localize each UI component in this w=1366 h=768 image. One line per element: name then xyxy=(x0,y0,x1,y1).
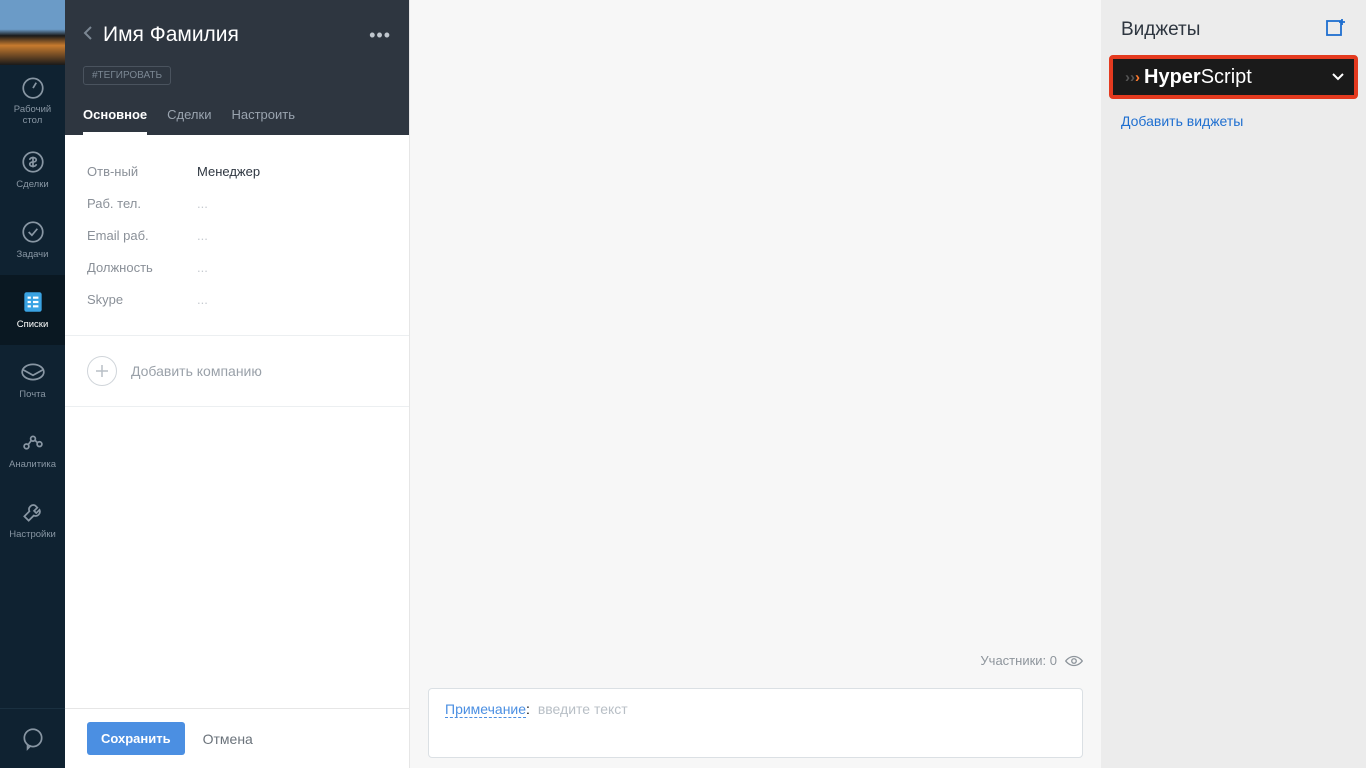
field-label: Skype xyxy=(87,292,197,307)
note-placeholder: введите текст xyxy=(538,701,628,717)
nav-analytics[interactable]: Аналитика xyxy=(0,415,65,485)
nav-label: Почта xyxy=(19,390,45,400)
analytics-icon xyxy=(20,429,46,455)
field-value: Менеджер xyxy=(197,164,260,179)
wrench-icon xyxy=(20,499,46,525)
nav-label: Сделки xyxy=(16,180,48,190)
participants-row[interactable]: Участники: 0 xyxy=(980,653,1083,668)
cancel-button[interactable]: Отмена xyxy=(203,731,253,747)
nav-label: Списки xyxy=(17,320,49,330)
main-content: Участники: 0 Примечание: введите текст xyxy=(410,0,1101,768)
participants-text: Участники: 0 xyxy=(980,653,1057,668)
nav-settings[interactable]: Настройки xyxy=(0,485,65,555)
field-value: ... xyxy=(197,292,208,307)
plus-icon xyxy=(87,356,117,386)
widget-expand[interactable] xyxy=(1332,68,1344,86)
field-label: Email раб. xyxy=(87,228,197,243)
widgets-header: Виджеты xyxy=(1101,0,1366,55)
widgets-panel: Виджеты ››› HyperScript Добавить виджеты xyxy=(1101,0,1366,768)
save-button[interactable]: Сохранить xyxy=(87,722,185,755)
nav-label: Аналитика xyxy=(9,460,56,470)
list-icon xyxy=(20,289,46,315)
nav-tasks[interactable]: Задачи xyxy=(0,205,65,275)
field-work-email[interactable]: Email раб. ... xyxy=(87,219,387,251)
contact-panel: Имя Фамилия ••• #ТЕГИРОВАТЬ Основное Сде… xyxy=(65,0,410,768)
hyperscript-logo: HyperScript xyxy=(1144,66,1252,89)
nav-label: Настройки xyxy=(9,530,56,540)
field-label: Должность xyxy=(87,260,197,275)
gauge-icon xyxy=(20,74,46,100)
add-widget-button[interactable] xyxy=(1326,18,1346,41)
nav-deals[interactable]: Сделки xyxy=(0,135,65,205)
field-work-phone[interactable]: Раб. тел. ... xyxy=(87,187,387,219)
panel-footer: Сохранить Отмена xyxy=(65,708,409,768)
chat-icon xyxy=(20,726,46,752)
back-button[interactable] xyxy=(83,25,93,46)
field-skype[interactable]: Skype ... xyxy=(87,283,387,315)
nav-chat[interactable] xyxy=(0,708,65,768)
chevron-left-icon xyxy=(83,25,93,41)
tag-placeholder: #ТЕГИРОВАТЬ xyxy=(83,66,171,85)
add-widgets-link[interactable]: Добавить виджеты xyxy=(1101,99,1366,143)
user-avatar[interactable] xyxy=(0,0,65,65)
note-type-selector[interactable]: Примечание xyxy=(445,701,526,718)
nav-label: Задачи xyxy=(17,250,49,260)
field-responsible[interactable]: Отв-ный Менеджер xyxy=(87,155,387,187)
field-label: Отв-ный xyxy=(87,164,197,179)
add-company-label: Добавить компанию xyxy=(131,363,262,379)
nav-lists[interactable]: Списки xyxy=(0,275,65,345)
eye-icon xyxy=(1065,655,1083,667)
tag-input[interactable]: #ТЕГИРОВАТЬ xyxy=(83,65,391,85)
field-value: ... xyxy=(197,260,208,275)
tab-main[interactable]: Основное xyxy=(83,97,147,135)
hyperscript-widget[interactable]: ››› HyperScript xyxy=(1109,55,1358,99)
note-input[interactable]: Примечание: введите текст xyxy=(428,688,1083,758)
panel-header: Имя Фамилия ••• #ТЕГИРОВАТЬ Основное Сде… xyxy=(65,0,409,135)
contact-name[interactable]: Имя Фамилия xyxy=(103,23,369,47)
nav-mail[interactable]: Почта xyxy=(0,345,65,415)
nav-label: Рабочийстол xyxy=(14,105,51,126)
nav-desktop[interactable]: Рабочийстол xyxy=(0,65,65,135)
widgets-title: Виджеты xyxy=(1121,19,1200,41)
add-company-button[interactable]: Добавить компанию xyxy=(65,335,409,407)
tab-deals[interactable]: Сделки xyxy=(167,97,211,135)
more-button[interactable]: ••• xyxy=(369,25,391,46)
panel-tabs: Основное Сделки Настроить xyxy=(83,97,295,135)
chevron-down-icon xyxy=(1332,73,1344,81)
field-value: ... xyxy=(197,196,208,211)
dollar-icon xyxy=(20,149,46,175)
sidebar-nav: Рабочийстол Сделки Задачи Списки Почта А… xyxy=(0,0,65,768)
field-value: ... xyxy=(197,228,208,243)
field-label: Раб. тел. xyxy=(87,196,197,211)
add-panel-icon xyxy=(1326,18,1346,36)
field-position[interactable]: Должность ... xyxy=(87,251,387,283)
mail-icon xyxy=(20,359,46,385)
carets-icon: ››› xyxy=(1125,69,1140,86)
tab-setup[interactable]: Настроить xyxy=(231,97,295,135)
check-circle-icon xyxy=(20,219,46,245)
contact-fields: Отв-ный Менеджер Раб. тел. ... Email раб… xyxy=(65,135,409,335)
note-colon: : xyxy=(526,701,534,717)
